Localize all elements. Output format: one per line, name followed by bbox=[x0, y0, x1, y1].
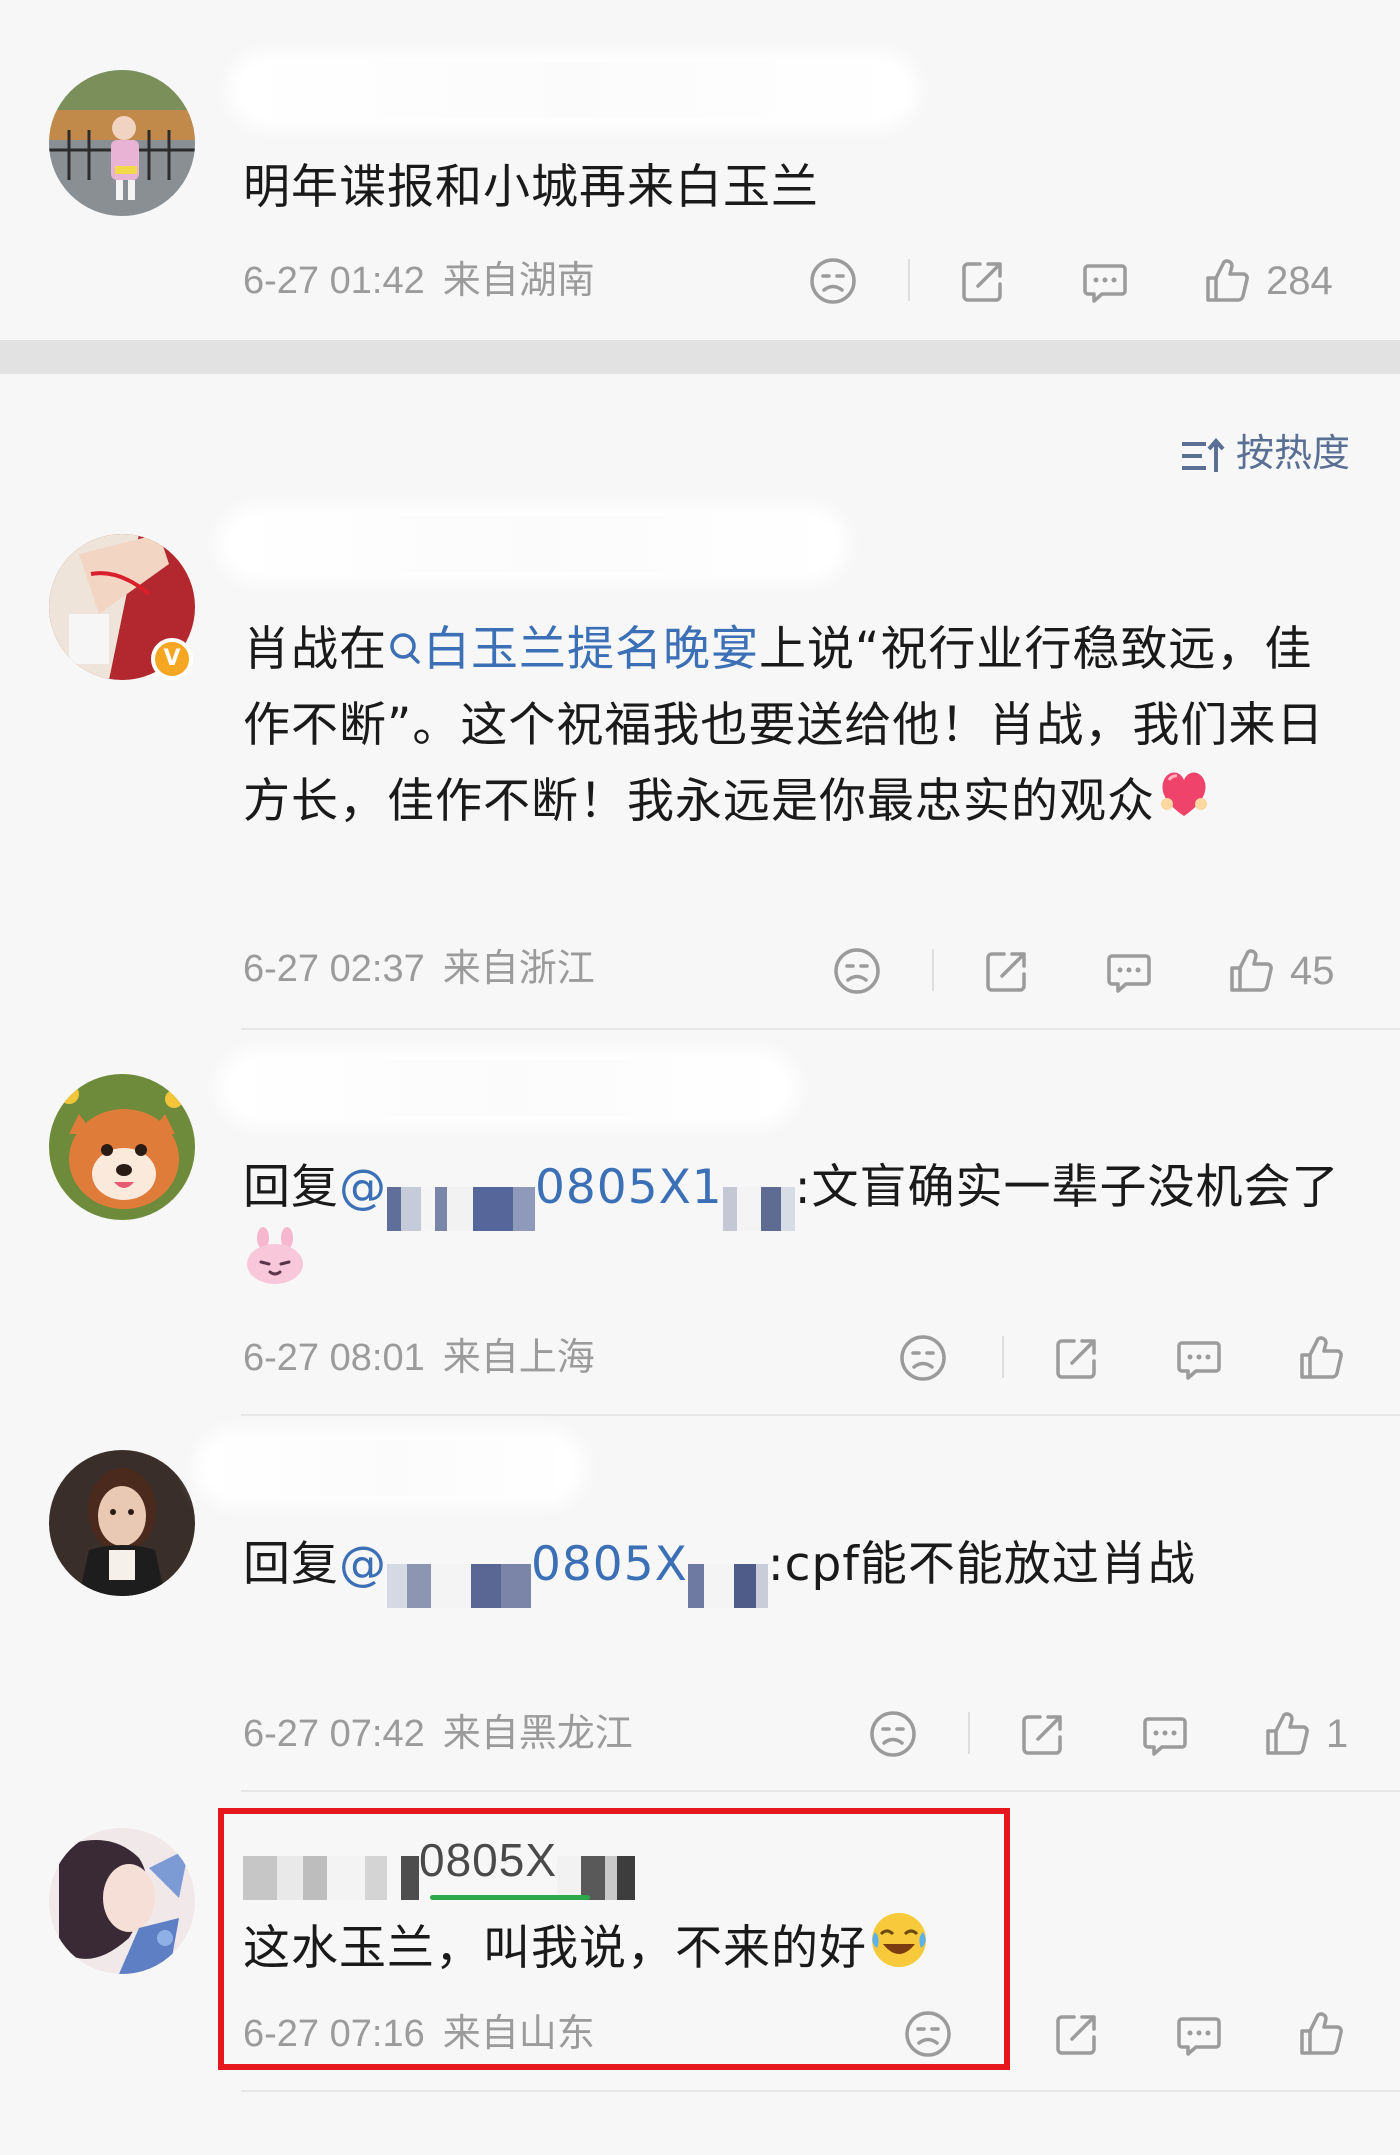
username-redacted[interactable] bbox=[238, 62, 908, 118]
avatar[interactable] bbox=[49, 70, 195, 216]
sad-face-icon bbox=[834, 947, 880, 994]
comment-item: 明年谍报和小城再来白玉兰 6-27 01:42 来自湖南 284 bbox=[0, 0, 1400, 340]
action-divider bbox=[968, 1712, 970, 1754]
sad-face-icon bbox=[870, 1710, 916, 1757]
redacted-mosaic bbox=[387, 1546, 531, 1608]
share-icon bbox=[1022, 1714, 1062, 1755]
section-separator bbox=[0, 340, 1400, 374]
share-button[interactable] bbox=[958, 250, 1008, 310]
share-button[interactable] bbox=[1018, 1703, 1068, 1763]
username-redacted[interactable] bbox=[228, 1060, 788, 1116]
like-button[interactable]: 1 bbox=[1262, 1703, 1348, 1763]
thumbs-up-icon bbox=[1206, 258, 1249, 302]
comment-meta: 6-27 08:01 来自上海 bbox=[243, 1327, 595, 1387]
dislike-button[interactable] bbox=[898, 1327, 948, 1387]
dislike-button[interactable] bbox=[832, 940, 882, 1000]
reply-button[interactable] bbox=[1080, 250, 1130, 310]
share-icon bbox=[962, 261, 1002, 302]
comment-text: 回复@ 0805X1:文盲确实一辈子没机会了 bbox=[243, 1150, 1343, 1309]
avatar[interactable] bbox=[49, 1074, 195, 1220]
sad-face-icon bbox=[900, 1334, 946, 1381]
thumbs-up-icon bbox=[1230, 948, 1273, 992]
mention-link[interactable]: @0805X bbox=[339, 1537, 768, 1608]
heart-emoji bbox=[1155, 764, 1213, 845]
comment-icon bbox=[1177, 2016, 1221, 2056]
like-button[interactable]: 284 bbox=[1202, 250, 1333, 310]
comment-meta: 6-27 07:42 来自黑龙江 bbox=[243, 1703, 633, 1763]
verified-badge: V bbox=[151, 638, 193, 680]
username-redacted[interactable] bbox=[205, 1440, 575, 1496]
comment-divider bbox=[241, 2090, 1400, 2092]
comment-icon bbox=[1083, 263, 1127, 303]
avatar[interactable] bbox=[49, 1450, 195, 1596]
comment-divider bbox=[241, 1790, 1400, 1792]
comment-page: 明年谍报和小城再来白玉兰 6-27 01:42 来自湖南 284 按热度 V 肖… bbox=[0, 0, 1400, 2155]
topic-link[interactable]: 白玉兰提名晚宴 bbox=[387, 622, 759, 677]
mention-link[interactable]: @0805X1 bbox=[339, 1160, 795, 1231]
comment-location: 来自湖南 bbox=[442, 258, 595, 302]
comment-time: 6-27 08:01 bbox=[243, 1337, 425, 1379]
avatar[interactable] bbox=[49, 1828, 195, 1974]
reply-button[interactable] bbox=[1140, 1703, 1190, 1763]
like-count: 45 bbox=[1290, 948, 1335, 993]
comment-text: 肖战在 白玉兰提名晚宴上说“祝行业行稳致远，佳作不断”。这个祝福我也要送给他！肖战… bbox=[243, 612, 1343, 845]
comment-icon bbox=[1107, 953, 1151, 993]
dislike-button[interactable] bbox=[808, 250, 858, 310]
share-icon bbox=[986, 951, 1026, 992]
like-button[interactable] bbox=[1296, 1327, 1360, 1387]
comment-icon bbox=[1177, 1340, 1221, 1380]
sort-label: 按热度 bbox=[1235, 431, 1350, 475]
reply-button[interactable] bbox=[1174, 2003, 1224, 2063]
thumbs-up-icon bbox=[1300, 2011, 1343, 2055]
redacted-mosaic bbox=[687, 1546, 768, 1608]
comment-time: 6-27 07:42 bbox=[243, 1713, 425, 1755]
share-icon bbox=[1056, 2014, 1096, 2055]
username-redacted[interactable] bbox=[228, 516, 838, 572]
comment-icon bbox=[1143, 1716, 1187, 1756]
like-button[interactable]: 45 bbox=[1226, 940, 1335, 1000]
reply-button[interactable] bbox=[1104, 940, 1154, 1000]
sad-face-icon bbox=[810, 257, 856, 304]
action-divider bbox=[908, 259, 910, 301]
reply-button[interactable] bbox=[1174, 1327, 1224, 1387]
redacted-mosaic bbox=[387, 1169, 535, 1231]
action-divider bbox=[932, 949, 934, 991]
like-count: 284 bbox=[1266, 258, 1333, 303]
highlight-box bbox=[218, 1808, 1010, 2070]
action-divider bbox=[1002, 1336, 1004, 1378]
share-button[interactable] bbox=[1052, 2003, 1102, 2063]
sort-by-hot-button[interactable]: 按热度 bbox=[1180, 428, 1350, 478]
comment-location: 来自黑龙江 bbox=[442, 1711, 633, 1755]
search-icon bbox=[390, 633, 420, 664]
comment-time: 6-27 01:42 bbox=[243, 260, 425, 302]
like-button[interactable] bbox=[1296, 2003, 1360, 2063]
comment-divider bbox=[241, 1414, 1400, 1416]
comment-location: 来自浙江 bbox=[442, 946, 595, 990]
redacted-mosaic bbox=[722, 1169, 795, 1231]
comment-text: 明年谍报和小城再来白玉兰 bbox=[243, 160, 819, 215]
comment-meta: 6-27 02:37 来自浙江 bbox=[243, 938, 595, 998]
thumbs-up-icon bbox=[1266, 1711, 1309, 1755]
thumbs-up-icon bbox=[1300, 1335, 1343, 1379]
bunny-emoji bbox=[243, 1226, 307, 1309]
comment-divider bbox=[241, 1028, 1400, 1030]
share-button[interactable] bbox=[982, 940, 1032, 1000]
comment-time: 6-27 02:37 bbox=[243, 948, 425, 990]
sort-icon bbox=[1181, 437, 1225, 472]
like-count: 1 bbox=[1326, 1711, 1349, 1756]
comment-location: 来自上海 bbox=[442, 1335, 595, 1379]
comment-meta: 6-27 01:42 来自湖南 bbox=[243, 250, 595, 310]
share-icon bbox=[1056, 1338, 1096, 1379]
comment-text: 回复@ 0805X:cpf能不能放过肖战 bbox=[243, 1527, 1343, 1608]
dislike-button[interactable] bbox=[868, 1703, 918, 1763]
share-button[interactable] bbox=[1052, 1327, 1102, 1387]
